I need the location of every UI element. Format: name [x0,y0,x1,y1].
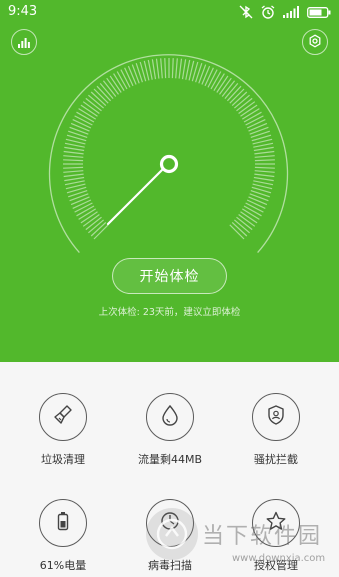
gauge-tick [63,173,84,178]
gauge-tick [70,122,90,132]
gauge-tick [63,150,84,155]
gauge-tick [181,59,187,80]
gauge-tick [124,67,134,87]
gauge-tick [253,146,274,152]
battery-button[interactable] [39,499,87,547]
gauge-tick [63,159,84,162]
watermark-url: www.downxia.com [232,553,326,564]
gauge-tick [185,59,191,80]
gauge-tick [204,67,214,87]
data-usage-button[interactable] [146,393,194,441]
gauge-tick [64,146,85,152]
gauge-tick [171,58,174,79]
watermark-logo-icon [146,508,198,560]
gauge-tick [70,196,90,206]
gauge-tick [207,69,218,88]
gauge-tick [120,69,131,88]
gauge-tick [175,58,178,79]
checkup-panel: 9:43 开始体检 上次体检: 23天前，建议立即体检 [0,0,339,362]
gauge-outer-arc [48,54,289,254]
start-checkup-button[interactable]: 开始体检 [112,258,227,294]
gauge-tick [253,176,274,182]
gauge-tick [246,119,266,129]
gauge-tick [63,170,84,173]
gauge-tick [254,150,275,155]
harassment-block-button[interactable] [252,393,300,441]
droplet-icon [159,404,181,430]
gauge-tick [72,199,92,209]
gauge-tick [253,142,274,148]
gauge-tick [74,202,93,213]
last-check-text: 上次体检: 23天前，建议立即体检 [98,307,241,318]
gauge-tick [74,115,93,126]
tool-data-usage[interactable]: 流量剩44MB [120,393,220,467]
tool-cleanup[interactable]: 垃圾清理 [13,393,113,467]
tool-label: 垃圾清理 [41,453,85,466]
watermark-name: 当下软件园 [202,524,323,549]
gauge-tick [147,59,153,80]
gauge-tick [254,166,275,169]
gauge-tick [151,59,157,80]
gauge-tick [178,58,183,79]
gauge-tick [63,166,84,169]
gauge-tick [246,199,266,209]
gauge-tick [248,122,268,132]
gauge-tick [72,119,92,129]
gauge-tick [201,65,211,85]
gauge-tick [64,142,85,148]
battery-level-icon [52,510,74,536]
gauge-tick [245,202,264,213]
tool-label: 流量剩44MB [137,453,203,466]
broom-icon [52,404,74,430]
tool-harassment-block[interactable]: 骚扰拦截 [226,393,326,467]
gauge-tick [254,173,275,178]
tool-battery[interactable]: 61%电量 [13,499,113,573]
gauge-tick [254,170,275,173]
gauge-tick [160,58,163,79]
gauge-tick [254,155,275,158]
gauge-hub [159,154,179,174]
gauge-tick [64,176,85,182]
gauge-tick [155,58,160,79]
gauge-tick [127,65,137,85]
gauge-tick [248,196,268,206]
gauge-ticks [63,58,275,240]
gauge-tick [63,155,84,158]
gauge-needle [106,166,166,226]
gauge-tick [254,159,275,162]
gauge-tick [64,180,85,186]
tool-label: 骚扰拦截 [254,453,298,466]
tool-label: 61%电量 [39,559,87,572]
shield-user-icon [265,404,287,430]
cleanup-button[interactable] [39,393,87,441]
gauge-tick [164,58,167,79]
gauge-tick [253,180,274,186]
gauge-tick [245,115,264,126]
watermark: 当下软件园 www.downxia.com [146,508,339,577]
